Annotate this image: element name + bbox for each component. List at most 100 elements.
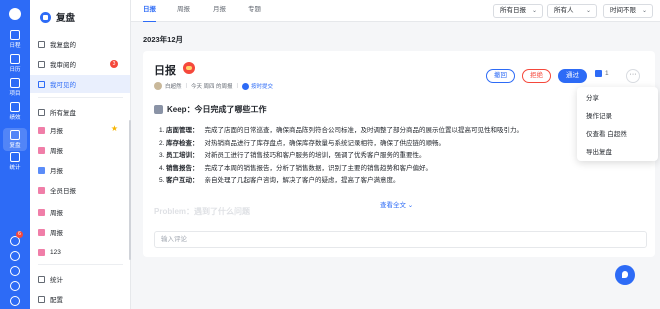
nav-item-monthly-2[interactable]: 月报 (30, 161, 130, 179)
report-meta: 白超然 | 今天 周四 的周报 | 按时提交 (154, 82, 273, 90)
app-logo-icon (9, 8, 21, 20)
nav-item-config[interactable]: 配置 (30, 290, 130, 308)
document-icon (38, 228, 45, 236)
menu-item-share[interactable]: 分享 (586, 92, 599, 102)
nav-header: 复盘 (40, 10, 75, 24)
month-heading: 2023年12月 (143, 35, 184, 44)
reject-button[interactable]: 拒绝 (522, 69, 551, 83)
star-icon[interactable]: ★ (111, 124, 118, 133)
menu-item-export[interactable]: 导出复盘 (586, 146, 612, 156)
location-fab-button[interactable] (615, 265, 635, 285)
nav-item-label: 统计 (50, 277, 63, 284)
document-icon (38, 166, 45, 174)
rail-item-performance[interactable]: 绩效 (0, 102, 30, 121)
nav-item-label: 月报 (50, 128, 63, 135)
nav-item-all-reviews[interactable]: 所有复盘 (30, 103, 130, 121)
calendar-grid-icon (10, 54, 20, 64)
like-button[interactable]: 1 (595, 70, 609, 77)
count-badge: 3 (110, 60, 118, 68)
ontime-badge: 按时提交 (250, 84, 273, 90)
inbox-icon (38, 60, 45, 68)
nav-item-label: 周报 (50, 230, 63, 237)
list-item: 2. 库存检查： 对热销商品进行了库存盘点，确保库存数量与系统记录相符，确保了供应链… (159, 139, 445, 147)
nav-item-label: 周报 (50, 148, 63, 155)
nav-item-weekly-1[interactable]: 周报 (30, 141, 130, 159)
check-circle-icon (241, 82, 249, 90)
rail-item-schedule[interactable]: 日程 (0, 30, 30, 49)
nav-item-all-daily[interactable]: 全员日报 (30, 181, 130, 199)
nav-item-label: 我可见的 (50, 82, 76, 89)
review-logo-icon (40, 11, 51, 23)
notification-badge: 6 (16, 231, 23, 238)
nav-item-weekly-3[interactable]: 周报 (30, 223, 130, 241)
emoji-mood-icon (183, 62, 195, 74)
tab-topic[interactable]: 专题 (248, 0, 261, 22)
pass-button[interactable]: 通过 (558, 69, 587, 83)
app-rail: 日程 日历 项目 绩效 复盘 统计 6 (0, 0, 30, 309)
keep-heading: Keep：今日完成了哪些工作 (154, 104, 267, 115)
grid-icon (38, 108, 45, 116)
nav-item-my-reviews[interactable]: 我复盘的 (30, 35, 130, 53)
gear-icon[interactable] (10, 281, 20, 291)
nav-item-monthly-1[interactable]: 月报 ★ (30, 121, 130, 139)
nav-divider (38, 97, 123, 98)
nav-item-reviewed-by-me[interactable]: 我审阅的 3 (30, 55, 130, 73)
review-nav-panel: 复盘 我复盘的 我审阅的 3 我可见的 所有复盘 月报 ★ 周报 月报 全员日报… (30, 0, 131, 309)
nav-divider (38, 264, 123, 265)
more-options-button[interactable]: ··· (626, 69, 640, 83)
filter-report-type[interactable]: 所有日报 ⌄ (493, 4, 543, 18)
chevron-down-icon: ⌄ (641, 8, 647, 14)
nav-item-label: 全员日报 (50, 188, 76, 195)
meta-separator: | (185, 83, 187, 89)
eye-icon (38, 80, 45, 88)
nav-item-stats[interactable]: 统计 (30, 270, 130, 288)
more-options-menu: 分享 操作记录 仅查看 白超然 导出复盘 (577, 87, 658, 161)
tab-weekly[interactable]: 周报 (177, 0, 190, 22)
keep-list: 1. 店面管理： 完成了店面的日常巡查，确保商品陈列符合公司标准，及时调整了部分商品… (159, 124, 523, 187)
nav-scrollbar[interactable] (129, 120, 131, 260)
document-icon (38, 248, 45, 256)
chart-icon (38, 275, 45, 283)
keep-heading-text: Keep：今日完成了哪些工作 (167, 105, 267, 114)
filter-person[interactable]: 所有人 ⌄ (547, 4, 597, 18)
filter-value: 所有人 (554, 7, 574, 14)
problem-heading-faded: Problem：遇到了什么问题 (154, 207, 251, 216)
rail-item-review[interactable]: 复盘 (3, 128, 27, 151)
nav-item-123[interactable]: 123 (30, 243, 130, 261)
report-date: 今天 周四 的周报 (190, 84, 233, 90)
list-item: 5. 客户互动： 亲自处理了几起客户咨询，解决了客户的疑虑，提高了客户满意度。 (159, 177, 400, 184)
top-bar: 日报 周报 月报 专题 所有日报 ⌄ 所有人 ⌄ 时间不限 ⌄ (131, 0, 660, 22)
tab-daily[interactable]: 日报 (143, 0, 156, 22)
avatar[interactable] (154, 82, 162, 90)
help-icon[interactable] (10, 266, 20, 276)
nav-item-label: 月报 (50, 168, 63, 175)
list-item: 3. 员工培训： 对新员工进行了销售技巧和客户服务的培训，强调了优秀客户服务的重要性… (159, 152, 426, 159)
nav-item-label: 所有复盘 (50, 110, 76, 117)
author-name[interactable]: 白超然 (165, 82, 182, 90)
rail-item-project[interactable]: 项目 (0, 78, 30, 97)
like-count: 1 (605, 70, 609, 77)
nav-item-label: 123 (50, 248, 61, 256)
filter-time[interactable]: 时间不限 ⌄ (603, 4, 653, 18)
nav-item-label: 我复盘的 (50, 42, 76, 49)
return-button[interactable]: 撤回 (486, 69, 515, 83)
keep-icon (154, 105, 163, 114)
user-icon[interactable] (10, 296, 20, 306)
nav-item-visible-to-me[interactable]: 我可见的 (30, 75, 130, 93)
project-icon (10, 78, 20, 88)
nav-item-weekly-2[interactable]: 周报 (30, 203, 130, 221)
document-icon (38, 146, 45, 154)
tab-monthly[interactable]: 月报 (213, 0, 226, 22)
nav-item-label: 周报 (50, 210, 63, 217)
comment-input[interactable]: 输入评论 (154, 231, 647, 248)
rail-item-stats[interactable]: 统计 (0, 152, 30, 171)
search-icon[interactable] (10, 251, 20, 261)
rail-app-logo[interactable] (0, 8, 30, 20)
person-icon (38, 40, 45, 48)
menu-item-view-only-author[interactable]: 仅查看 白超然 (586, 128, 627, 138)
thumbs-up-icon (595, 70, 602, 77)
view-all-link[interactable]: 查看全文 ⌄ (380, 199, 413, 209)
rail-item-calendar[interactable]: 日历 (0, 54, 30, 73)
filter-value: 所有日报 (500, 7, 526, 14)
menu-item-history[interactable]: 操作记录 (586, 110, 612, 120)
